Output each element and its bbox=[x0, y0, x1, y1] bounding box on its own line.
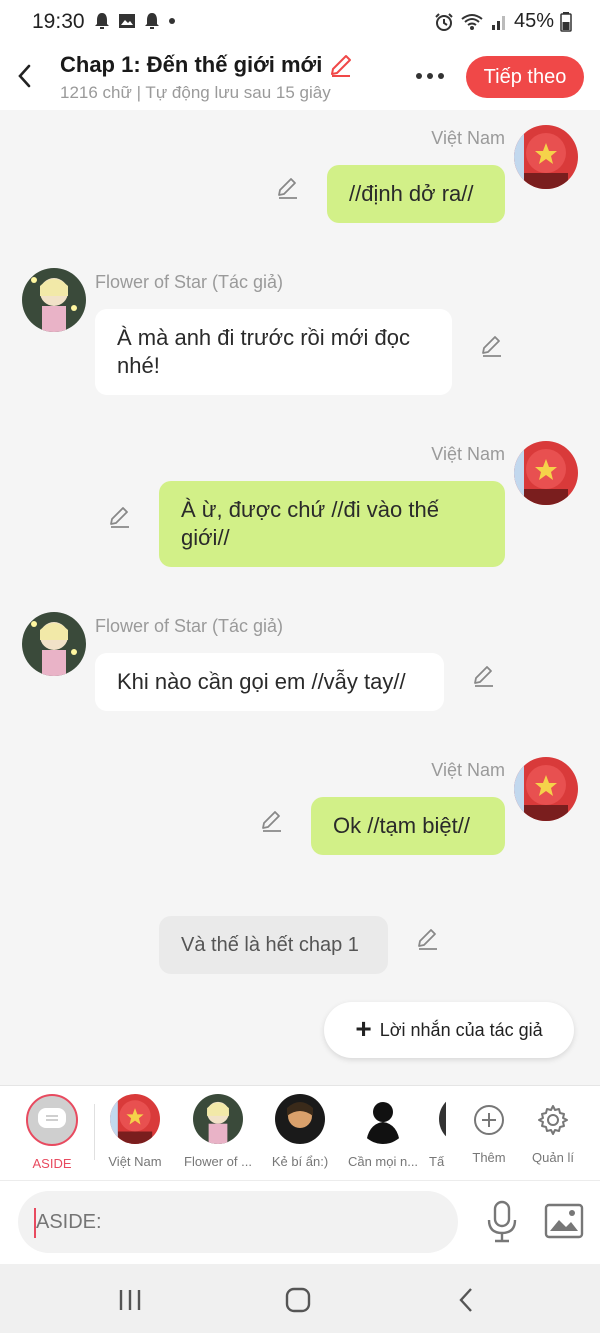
message-composer bbox=[0, 1180, 600, 1264]
chat-area[interactable]: Việt Nam //định dở ra// Flower of Star (… bbox=[0, 110, 600, 1085]
character-aside[interactable]: ASIDE bbox=[9, 1094, 95, 1171]
character-viet-nam[interactable]: Việt Nam bbox=[92, 1094, 178, 1169]
wifi-icon bbox=[461, 13, 483, 30]
plus-circle-icon bbox=[464, 1100, 514, 1140]
signal-icon bbox=[491, 15, 505, 30]
edit-message-icon[interactable] bbox=[471, 663, 497, 689]
back-button[interactable] bbox=[10, 58, 38, 94]
image-icon[interactable] bbox=[544, 1203, 584, 1239]
back-arrow-icon bbox=[18, 64, 31, 88]
edit-message-icon[interactable] bbox=[107, 504, 133, 530]
battery-percent: 45% bbox=[513, 10, 554, 32]
avatar-silhouette bbox=[358, 1094, 408, 1144]
character-flower-of-star[interactable]: Flower of ... bbox=[175, 1094, 261, 1169]
message-bubble[interactable]: //định dở ra// bbox=[327, 165, 505, 223]
avatar-flower-of-star[interactable] bbox=[22, 612, 86, 676]
home-button[interactable] bbox=[278, 1284, 318, 1316]
message-input[interactable] bbox=[18, 1191, 458, 1253]
gear-icon bbox=[528, 1100, 578, 1140]
next-chapter-button[interactable]: Tiếp theo bbox=[466, 56, 584, 98]
author-note-button[interactable]: + Lời nhắn của tác giả bbox=[324, 1002, 574, 1058]
home-icon bbox=[285, 1287, 311, 1313]
recent-apps-icon bbox=[119, 1290, 141, 1310]
speaker-name: Việt Nam bbox=[431, 444, 505, 464]
system-icons: 45% bbox=[434, 10, 572, 33]
aside-icon bbox=[26, 1094, 78, 1146]
avatar-viet-nam[interactable] bbox=[514, 757, 578, 821]
message-bubble[interactable]: Ok //tạm biệt// bbox=[311, 797, 505, 855]
back-chevron-icon bbox=[459, 1288, 472, 1312]
edit-message-icon[interactable] bbox=[479, 333, 505, 359]
author-note-label: Lời nhắn của tác giả bbox=[379, 1019, 543, 1040]
character-label: Flower of ... bbox=[184, 1154, 252, 1169]
message-bubble[interactable]: À mà anh đi trước rồi mới đọc nhé! bbox=[95, 309, 452, 395]
character-label: Cần mọi n... bbox=[347, 1154, 419, 1169]
speaker-name: Flower of Star (Tác giả) bbox=[95, 616, 284, 636]
avatar-viet-nam bbox=[110, 1094, 160, 1144]
manage-characters-button[interactable]: Quản lí bbox=[510, 1094, 596, 1165]
character-label: Việt Nam bbox=[108, 1154, 162, 1169]
microphone-icon[interactable] bbox=[484, 1199, 520, 1245]
message-bubble[interactable]: Khi nào cần gọi em //vẫy tay// bbox=[95, 653, 444, 711]
speaker-name: Việt Nam bbox=[431, 760, 505, 780]
system-back-button[interactable] bbox=[446, 1284, 486, 1316]
system-navigation-bar bbox=[0, 1264, 600, 1333]
more-options-button[interactable] bbox=[408, 58, 452, 94]
edit-message-icon[interactable] bbox=[259, 808, 285, 834]
avatar-flower-of-star[interactable] bbox=[22, 268, 86, 332]
word-count-autosave: 1216 chữ | Tự động lưu sau 15 giây bbox=[60, 83, 331, 102]
status-time: 19:30 bbox=[32, 10, 85, 33]
manage-label: Quản lí bbox=[532, 1150, 574, 1165]
message-bubble[interactable]: À ừ, được chứ //đi vào thế giới// bbox=[159, 481, 505, 567]
avatar-mystery bbox=[275, 1094, 325, 1144]
character-label: Tấ bbox=[429, 1154, 445, 1169]
avatar-viet-nam[interactable] bbox=[514, 441, 578, 505]
character-label: ASIDE bbox=[32, 1156, 72, 1171]
character-partial[interactable]: Tấ bbox=[425, 1094, 447, 1169]
alarm-clock-icon bbox=[435, 12, 453, 31]
edit-title-icon[interactable] bbox=[328, 52, 354, 78]
title-row: Chap 1: Đến thế giới mới bbox=[60, 52, 354, 78]
status-bar: 19:30 45% bbox=[0, 0, 600, 44]
chapter-title[interactable]: Chap 1: Đến thế giới mới bbox=[60, 52, 322, 78]
plus-icon: + bbox=[355, 1013, 372, 1044]
character-label: Kẻ bí ẩn:) bbox=[271, 1154, 329, 1169]
dot-icon bbox=[169, 18, 175, 24]
alarm-notification-icon-2 bbox=[145, 13, 159, 29]
edit-message-icon[interactable] bbox=[275, 175, 301, 201]
speaker-name: Flower of Star (Tác giả) bbox=[95, 272, 284, 292]
recent-apps-button[interactable] bbox=[110, 1284, 150, 1316]
notification-icons bbox=[94, 12, 176, 30]
speaker-name: Việt Nam bbox=[431, 128, 505, 148]
avatar-viet-nam[interactable] bbox=[514, 125, 578, 189]
alarm-notification-icon bbox=[95, 13, 109, 29]
battery-icon bbox=[560, 11, 572, 32]
narration-bubble[interactable]: Và thế là hết chap 1 bbox=[159, 916, 388, 974]
character-selector: ASIDE Việt Nam Flower of ... Kẻ bí ẩn:) … bbox=[0, 1085, 600, 1180]
edit-message-icon[interactable] bbox=[415, 926, 441, 952]
text-cursor bbox=[34, 1208, 36, 1238]
character-silhouette[interactable]: Cần mọi n... bbox=[340, 1094, 426, 1169]
chapter-header: Chap 1: Đến thế giới mới 1216 chữ | Tự đ… bbox=[0, 44, 600, 110]
character-mystery[interactable]: Kẻ bí ẩn:) bbox=[257, 1094, 343, 1169]
image-notification-icon bbox=[119, 14, 135, 28]
avatar-flower-of-star bbox=[193, 1094, 243, 1144]
